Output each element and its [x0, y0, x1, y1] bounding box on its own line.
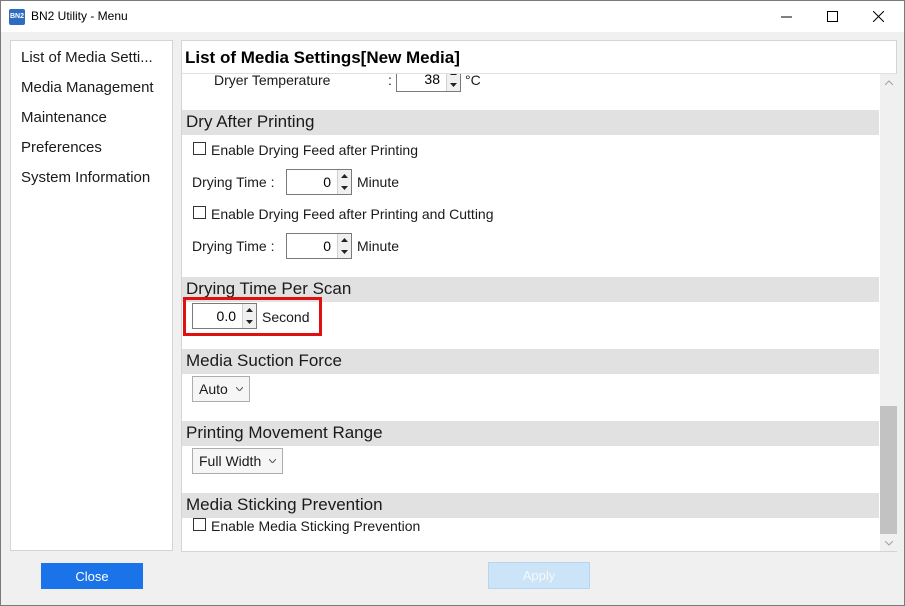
drying-time-spinner[interactable]: 0: [286, 169, 352, 195]
scroll-down-icon[interactable]: [880, 535, 897, 551]
section-header-media-suction-force: Media Suction Force: [182, 349, 879, 374]
sidebar-nav: List of Media Setti... Media Management …: [10, 40, 173, 551]
section-header-dry-after-printing: Dry After Printing: [182, 110, 879, 135]
section-header-printing-movement-range: Printing Movement Range: [182, 421, 879, 446]
enable-drying-feed-after-printing-checkbox[interactable]: [193, 142, 206, 155]
chevron-down-icon: [269, 459, 282, 463]
drying-time-label: Drying Time :: [192, 174, 275, 190]
apply-button[interactable]: Apply: [488, 562, 590, 589]
dryer-temperature-colon: :: [388, 74, 392, 88]
spin-up-icon[interactable]: [243, 304, 256, 316]
spin-down-icon[interactable]: [243, 316, 256, 328]
dryer-temperature-spinner[interactable]: 38: [396, 74, 461, 92]
sidebar-item-maintenance[interactable]: Maintenance: [21, 109, 107, 126]
media-suction-force-value: Auto: [199, 381, 228, 397]
sidebar-item-system-information[interactable]: System Information: [21, 169, 150, 186]
settings-scroll-area[interactable]: Dryer Temperature : 38 °C Dry After Prin…: [182, 74, 879, 551]
spin-up-icon[interactable]: [338, 234, 351, 246]
minimize-button[interactable]: [763, 1, 809, 32]
media-settings-panel: List of Media Settings[New Media] Dryer …: [181, 40, 897, 552]
sidebar-item-preferences[interactable]: Preferences: [21, 139, 102, 156]
spin-up-icon[interactable]: [338, 170, 351, 182]
maximize-icon: [826, 11, 838, 22]
section-header-drying-time-per-scan: Drying Time Per Scan: [182, 277, 879, 302]
media-suction-force-select[interactable]: Auto: [192, 376, 250, 402]
app-logo-icon: BN2: [9, 9, 25, 25]
page-title: List of Media Settings[New Media]: [185, 48, 460, 67]
vertical-scrollbar[interactable]: [880, 74, 897, 551]
drying-time-per-scan-spinner[interactable]: 0.0: [192, 303, 257, 329]
printing-movement-range-value: Full Width: [199, 453, 262, 469]
drying-time-unit: Minute: [357, 174, 400, 190]
sidebar-item-media-management[interactable]: Media Management: [21, 79, 154, 96]
chevron-down-icon: [235, 387, 249, 391]
dryer-temperature-label: Dryer Temperature: [214, 74, 331, 88]
spin-down-icon[interactable]: [338, 182, 351, 194]
enable-media-sticking-prevention-checkbox[interactable]: [193, 518, 206, 531]
maximize-button[interactable]: [809, 1, 855, 32]
sidebar-item-list-of-media-settings[interactable]: List of Media Setti...: [21, 49, 153, 66]
enable-drying-feed-after-printing-and-cutting-label: Enable Drying Feed after Printing and Cu…: [211, 206, 494, 222]
minimize-icon: [780, 16, 792, 18]
spin-down-icon[interactable]: [447, 79, 460, 91]
drying-time-cutting-label: Drying Time :: [192, 238, 275, 254]
window-title: BN2 Utility - Menu: [31, 9, 128, 23]
dryer-temperature-unit: °C: [465, 74, 481, 88]
drying-time-cutting-spinner[interactable]: 0: [286, 233, 352, 259]
drying-time-cutting-unit: Minute: [357, 238, 400, 254]
section-header-media-sticking-prevention: Media Sticking Prevention: [182, 493, 879, 518]
enable-media-sticking-prevention-label: Enable Media Sticking Prevention: [211, 518, 421, 534]
app-window: BN2 BN2 Utility - Menu List of Media Set…: [0, 0, 905, 606]
enable-drying-feed-after-printing-and-cutting-checkbox[interactable]: [193, 206, 206, 219]
drying-time-per-scan-value[interactable]: 0.0: [193, 304, 242, 328]
drying-time-value[interactable]: 0: [287, 170, 337, 194]
close-icon: [872, 11, 884, 22]
dryer-temperature-value[interactable]: 38: [397, 74, 446, 91]
title-bar: BN2 BN2 Utility - Menu: [1, 1, 904, 32]
window-close-button[interactable]: [855, 1, 901, 32]
spin-down-icon[interactable]: [338, 246, 351, 258]
scrollbar-thumb[interactable]: [880, 406, 897, 534]
scroll-up-icon[interactable]: [880, 74, 897, 90]
printing-movement-range-select[interactable]: Full Width: [192, 448, 284, 474]
drying-time-per-scan-unit: Second: [262, 309, 310, 325]
enable-drying-feed-after-printing-label: Enable Drying Feed after Printing: [211, 142, 418, 158]
close-button[interactable]: Close: [41, 563, 143, 589]
drying-time-cutting-value[interactable]: 0: [287, 234, 337, 258]
